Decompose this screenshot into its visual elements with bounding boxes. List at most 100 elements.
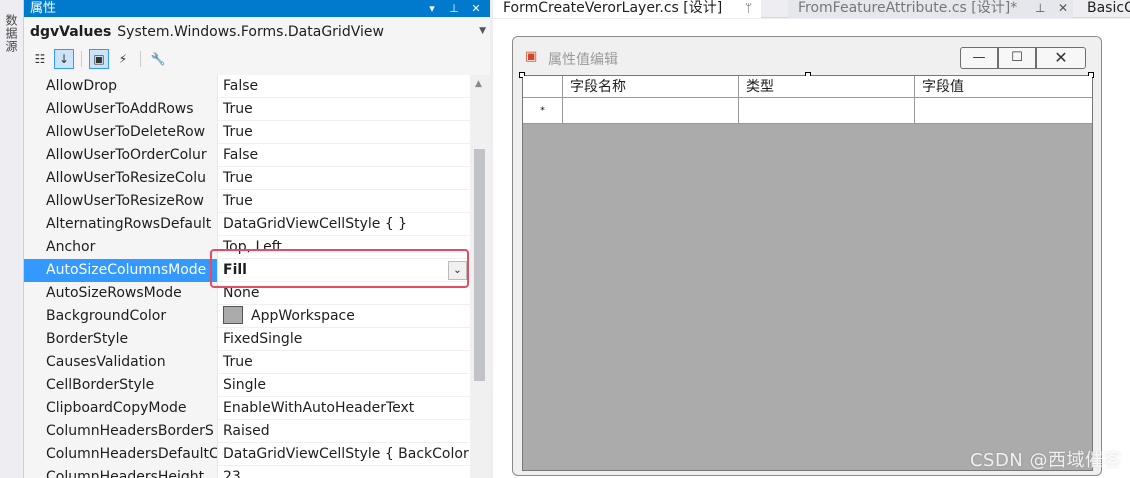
design-canvas: ▣ 属性值编辑 — ☐ ✕ 字段名称 类型 字段值 * [493, 19, 1130, 478]
designer-area: FormCreateVerorLayer.cs [设计] ᛘ FromFeatu… [493, 0, 1130, 478]
column-header[interactable]: 字段值 [915, 76, 1092, 97]
chevron-down-icon[interactable]: ▼ [479, 26, 486, 36]
property-value[interactable]: Top, Left [219, 236, 469, 259]
close-icon[interactable]: ✕ [468, 0, 484, 17]
property-value[interactable]: Raised [219, 420, 469, 443]
property-row[interactable]: ClipboardCopyMode EnableWithAutoHeaderTex… [24, 397, 490, 420]
grid-column-header-row: 字段名称 类型 字段值 [523, 76, 1092, 98]
scrollbar-thumb[interactable] [474, 149, 485, 381]
property-value[interactable]: Single [219, 374, 469, 397]
property-value[interactable]: Fill ⌄ [219, 259, 469, 282]
property-value[interactable]: True [219, 351, 469, 374]
property-row[interactable]: CausesValidation True [24, 351, 490, 374]
tab-form-create-veror-layer[interactable]: FormCreateVerorLayer.cs [设计] ᛘ [493, 0, 761, 18]
property-pages-wrench-icon[interactable]: 🔧 [148, 49, 168, 69]
property-value[interactable]: True [219, 98, 469, 121]
pin-icon[interactable]: ⊥ [1035, 0, 1045, 17]
property-value[interactable]: DataGridViewCellStyle { } [219, 213, 469, 236]
tab-label: FormCreateVerorLayer.cs [设计] [503, 0, 723, 16]
object-name: dgvValues [30, 24, 112, 40]
property-name: AutoSizeColumnsMode [24, 259, 218, 282]
object-type: System.Windows.Forms.DataGridView [117, 24, 384, 40]
grid-cell[interactable] [915, 98, 1092, 123]
property-row[interactable]: BorderStyle FixedSingle [24, 328, 490, 351]
property-value[interactable]: 23 [219, 466, 469, 478]
property-name: BorderStyle [24, 328, 218, 351]
property-value-text: EnableWithAutoHeaderText [223, 400, 415, 416]
property-value[interactable]: AppWorkspace [219, 305, 469, 328]
maximize-button[interactable]: ☐ [998, 47, 1036, 69]
property-row[interactable]: AutoSizeColumnsMode Fill ⌄ [24, 259, 490, 282]
property-row[interactable]: Anchor Top, Left [24, 236, 490, 259]
minimize-button[interactable]: — [960, 47, 998, 69]
close-button[interactable]: ✕ [1036, 47, 1086, 69]
categorized-icon[interactable]: ☷ [30, 49, 50, 69]
data-grid-view[interactable]: 字段名称 类型 字段值 * [519, 72, 1094, 471]
property-value[interactable]: FixedSingle [219, 328, 469, 351]
property-row[interactable]: ColumnHeadersBorderS Raised [24, 420, 490, 443]
property-value[interactable]: DataGridViewCellStyle { BackColor [219, 443, 469, 466]
property-name: ColumnHeadersBorderS [24, 420, 218, 443]
watermark: CSDN @西域催客 [969, 450, 1122, 471]
property-name: ClipboardCopyMode [24, 397, 218, 420]
property-value-text: Single [223, 377, 267, 393]
property-name: AllowUserToAddRows [24, 98, 218, 121]
property-value-text: DataGridViewCellStyle { BackColor [223, 446, 469, 462]
property-row[interactable]: ColumnHeadersDefaultC DataGridViewCellSty… [24, 443, 490, 466]
column-header[interactable]: 类型 [739, 76, 915, 97]
scroll-up-icon[interactable]: ▲ [475, 79, 482, 89]
tab-label: BasicC [1087, 0, 1130, 16]
tab-from-feature-attribute[interactable]: FromFeatureAttribute.cs [设计]* ⊥ ✕ [788, 0, 1073, 18]
property-row[interactable]: AllowUserToResizeColu True [24, 167, 490, 190]
properties-toolbar: ☷ ↓ ▣ ⚡ 🔧 [24, 47, 490, 71]
property-row[interactable]: AllowUserToDeleteRow True [24, 121, 490, 144]
property-name: AlternatingRowsDefault [24, 213, 218, 236]
grid-new-row: * [523, 98, 1092, 124]
column-header[interactable]: 字段名称 [563, 76, 739, 97]
property-value-text: None [223, 285, 260, 301]
close-tab-icon[interactable]: ✕ [1058, 0, 1068, 17]
grid-cell[interactable] [739, 98, 915, 123]
datasource-side-tab[interactable]: 数据源 [0, 0, 24, 478]
datasource-side-tab-label: 数据源 [4, 14, 18, 53]
property-row[interactable]: AllowDrop False [24, 75, 490, 98]
form-window-icon: ▣ [525, 49, 538, 64]
property-row[interactable]: BackgroundColor AppWorkspace [24, 305, 490, 328]
grid-cell[interactable] [563, 98, 739, 123]
property-value[interactable]: False [219, 144, 469, 167]
property-value-text: True [223, 193, 253, 209]
property-value[interactable]: False [219, 75, 469, 98]
color-swatch [223, 306, 243, 324]
property-value[interactable]: True [219, 121, 469, 144]
alphabetical-icon[interactable]: ↓ [54, 49, 74, 69]
property-row[interactable]: AllowUserToOrderColur False [24, 144, 490, 167]
pin-icon[interactable]: ⊥ [446, 0, 462, 17]
designer-form[interactable]: ▣ 属性值编辑 — ☐ ✕ 字段名称 类型 字段值 * [512, 36, 1102, 476]
property-grid-scrollbar[interactable]: ▲ [470, 75, 490, 478]
panel-menu-icon[interactable]: ▾ [424, 0, 440, 17]
object-selector[interactable]: dgvValues System.Windows.Forms.DataGridV… [24, 17, 490, 47]
property-value[interactable]: True [219, 190, 469, 213]
events-lightning-icon[interactable]: ⚡ [113, 49, 133, 69]
tab-label: FromFeatureAttribute.cs [设计]* [798, 0, 1018, 16]
property-row[interactable]: AllowUserToAddRows True [24, 98, 490, 121]
property-row[interactable]: AlternatingRowsDefault DataGridViewCellSt… [24, 213, 490, 236]
property-value[interactable]: None [219, 282, 469, 305]
property-row[interactable]: AllowUserToResizeRow True [24, 190, 490, 213]
property-value-text: False [223, 78, 259, 94]
property-value-text: False [223, 147, 259, 163]
dropdown-chevron-icon[interactable]: ⌄ [448, 261, 467, 280]
toolbar-separator [81, 51, 82, 67]
tab-basic[interactable]: BasicC [1073, 0, 1130, 18]
property-row[interactable]: AutoSizeRowsMode None [24, 282, 490, 305]
pin-icon[interactable]: ᛘ [745, 0, 752, 17]
property-name: Anchor [24, 236, 218, 259]
document-tabs: FormCreateVerorLayer.cs [设计] ᛘ FromFeatu… [493, 0, 1130, 18]
property-value[interactable]: True [219, 167, 469, 190]
property-row[interactable]: CellBorderStyle Single [24, 374, 490, 397]
property-name: CellBorderStyle [24, 374, 218, 397]
property-row[interactable]: ColumnHeadersHeight 23 [24, 466, 490, 478]
properties-view-icon[interactable]: ▣ [89, 49, 109, 69]
property-value[interactable]: EnableWithAutoHeaderText [219, 397, 469, 420]
property-name: AllowDrop [24, 75, 218, 98]
